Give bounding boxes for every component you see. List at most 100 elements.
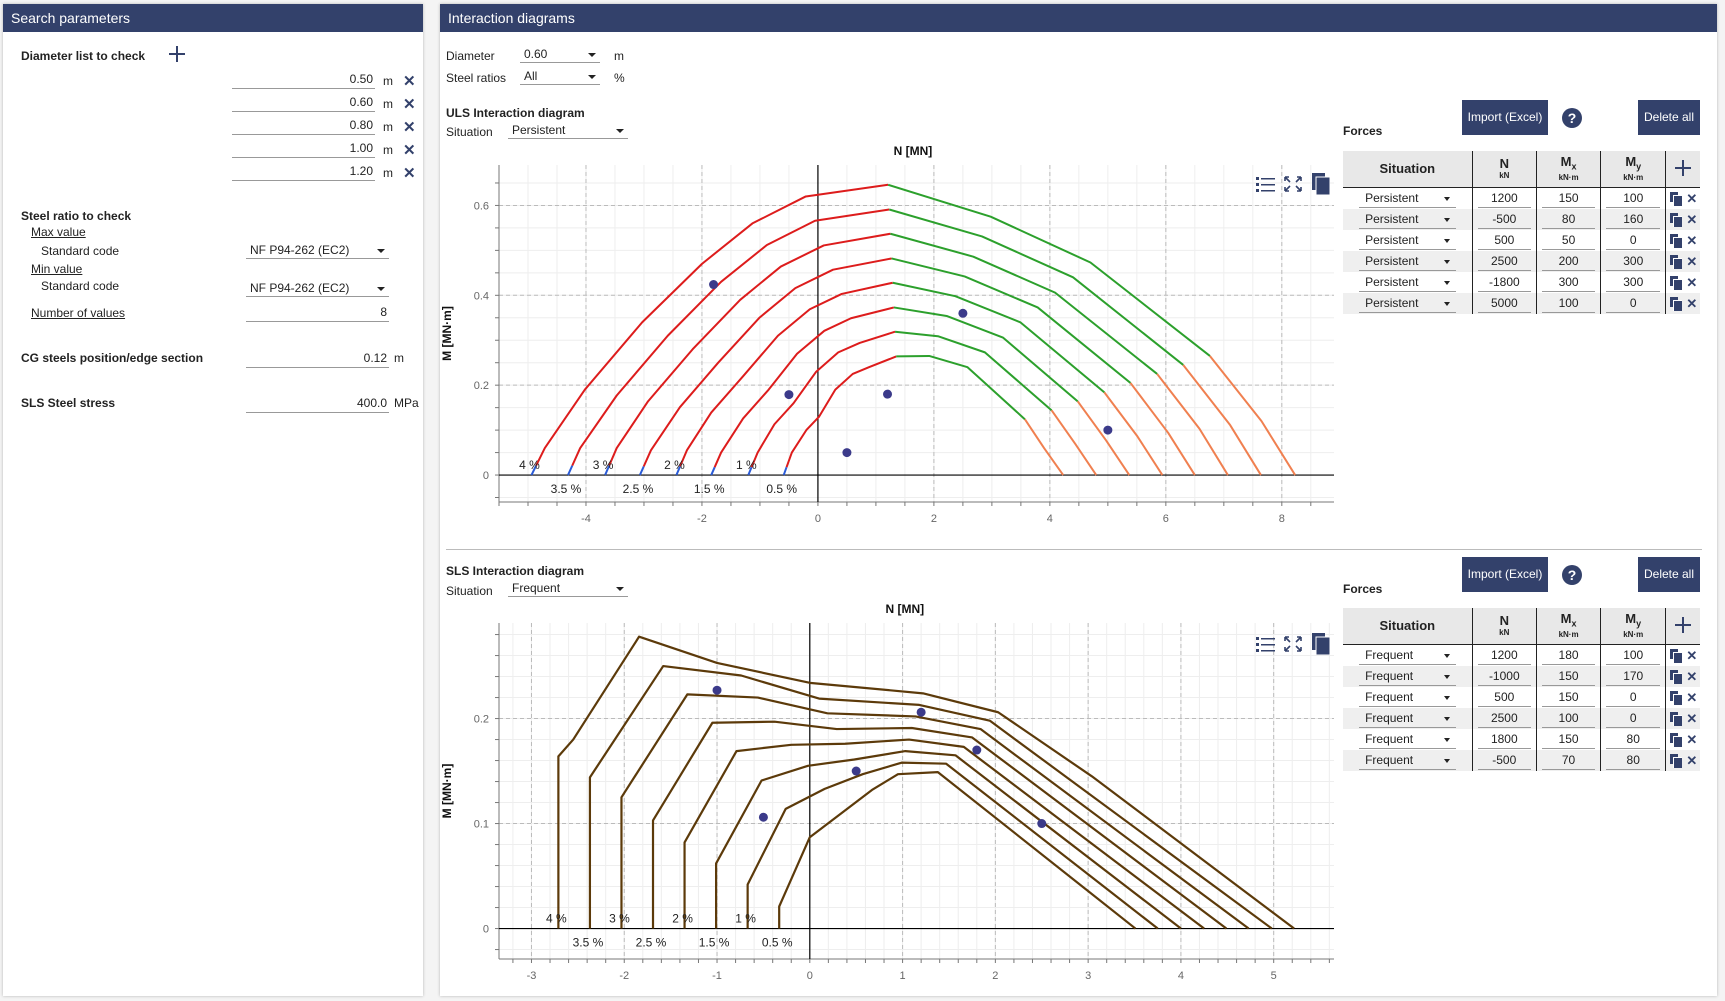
- my-input[interactable]: 0: [1606, 688, 1661, 707]
- mx-input[interactable]: 100: [1542, 294, 1596, 313]
- mx-input[interactable]: 180: [1542, 646, 1596, 665]
- sls-steel-stress-input[interactable]: 400.0: [246, 395, 389, 413]
- number-of-values-link[interactable]: Number of values: [31, 306, 125, 320]
- n-input[interactable]: -1800: [1477, 273, 1531, 292]
- add-diameter-button[interactable]: [169, 46, 185, 62]
- close-icon[interactable]: ✕: [1686, 191, 1697, 207]
- copy-icon[interactable]: [1670, 192, 1683, 206]
- remove-diameter-button[interactable]: ✕: [403, 72, 416, 90]
- situation-select[interactable]: Frequent: [1359, 709, 1456, 728]
- mx-input[interactable]: 150: [1542, 667, 1596, 686]
- situation-select[interactable]: Frequent: [1359, 667, 1456, 686]
- close-icon[interactable]: ✕: [1686, 690, 1697, 706]
- diameter-input[interactable]: 0.60: [232, 94, 375, 112]
- uls-help-button[interactable]: ?: [1562, 108, 1582, 128]
- mx-input[interactable]: 300: [1542, 273, 1596, 292]
- my-input[interactable]: 80: [1606, 730, 1661, 749]
- situation-select[interactable]: Frequent: [1359, 730, 1456, 749]
- mx-input[interactable]: 200: [1542, 252, 1596, 271]
- n-input[interactable]: 2500: [1477, 252, 1531, 271]
- close-icon[interactable]: ✕: [1686, 711, 1697, 727]
- situation-select[interactable]: Frequent: [1359, 646, 1456, 665]
- close-icon[interactable]: ✕: [1686, 732, 1697, 748]
- remove-diameter-button[interactable]: ✕: [403, 141, 416, 159]
- copy-icon[interactable]: [1670, 670, 1683, 684]
- situation-select[interactable]: Persistent: [1359, 252, 1456, 271]
- remove-diameter-button[interactable]: ✕: [403, 164, 416, 182]
- max-value-link[interactable]: Max value: [31, 225, 86, 239]
- max-standard-code-select[interactable]: NF P94-262 (EC2): [246, 242, 389, 259]
- diameter-input[interactable]: 1.00: [232, 140, 375, 158]
- n-input[interactable]: 500: [1477, 688, 1531, 707]
- diameter-input[interactable]: 0.80: [232, 117, 375, 135]
- remove-diameter-button[interactable]: ✕: [403, 118, 416, 136]
- close-icon[interactable]: ✕: [1686, 254, 1697, 270]
- my-input[interactable]: 300: [1606, 252, 1661, 271]
- my-input[interactable]: 100: [1606, 189, 1661, 208]
- situation-select[interactable]: Persistent: [1359, 231, 1456, 250]
- uls-delete-all-button[interactable]: Delete all: [1638, 100, 1700, 135]
- n-input[interactable]: 5000: [1477, 294, 1531, 313]
- copy-icon[interactable]: [1670, 276, 1683, 290]
- n-input[interactable]: -500: [1477, 210, 1531, 229]
- copy-chart-button[interactable]: [1312, 633, 1331, 656]
- remove-diameter-button[interactable]: ✕: [403, 95, 416, 113]
- add-row-button[interactable]: [1665, 151, 1700, 188]
- diameter-input[interactable]: 0.50: [232, 71, 375, 89]
- copy-icon[interactable]: [1670, 754, 1683, 768]
- n-input[interactable]: 2500: [1477, 709, 1531, 728]
- n-input[interactable]: 500: [1477, 231, 1531, 250]
- mx-input[interactable]: 50: [1542, 231, 1596, 250]
- sls-delete-all-button[interactable]: Delete all: [1638, 557, 1700, 592]
- close-icon[interactable]: ✕: [1686, 753, 1697, 769]
- my-input[interactable]: 80: [1606, 751, 1661, 770]
- situation-select[interactable]: Persistent: [1359, 294, 1456, 313]
- situation-select[interactable]: Persistent: [1359, 189, 1456, 208]
- mx-input[interactable]: 150: [1542, 688, 1596, 707]
- add-row-button[interactable]: [1665, 608, 1700, 645]
- copy-icon[interactable]: [1670, 234, 1683, 248]
- my-input[interactable]: 100: [1606, 646, 1661, 665]
- my-input[interactable]: 300: [1606, 273, 1661, 292]
- mx-input[interactable]: 70: [1542, 751, 1596, 770]
- situation-select[interactable]: Frequent: [1359, 688, 1456, 707]
- copy-icon[interactable]: [1670, 733, 1683, 747]
- mx-input[interactable]: 150: [1542, 189, 1596, 208]
- close-icon[interactable]: ✕: [1686, 648, 1697, 664]
- copy-icon[interactable]: [1670, 712, 1683, 726]
- fullscreen-button[interactable]: [1284, 636, 1302, 652]
- close-icon[interactable]: ✕: [1686, 275, 1697, 291]
- cg-steels-input[interactable]: 0.12: [246, 350, 389, 368]
- my-input[interactable]: 170: [1606, 667, 1661, 686]
- my-input[interactable]: 0: [1606, 709, 1661, 728]
- mx-input[interactable]: 150: [1542, 730, 1596, 749]
- close-icon[interactable]: ✕: [1686, 669, 1697, 685]
- situation-select[interactable]: Persistent: [1359, 210, 1456, 229]
- number-of-values-input[interactable]: 8: [246, 304, 389, 322]
- n-input[interactable]: -500: [1477, 751, 1531, 770]
- my-input[interactable]: 0: [1606, 294, 1661, 313]
- copy-icon[interactable]: [1670, 691, 1683, 705]
- sls-help-button[interactable]: ?: [1562, 565, 1582, 585]
- n-input[interactable]: 1200: [1477, 646, 1531, 665]
- close-icon[interactable]: ✕: [1686, 212, 1697, 228]
- diameter-input[interactable]: 1.20: [232, 163, 375, 181]
- situation-select[interactable]: Persistent: [1359, 273, 1456, 292]
- min-standard-code-select[interactable]: NF P94-262 (EC2): [246, 280, 389, 297]
- situation-select[interactable]: Frequent: [1359, 751, 1456, 770]
- copy-icon[interactable]: [1670, 213, 1683, 227]
- sls-import-excel-button[interactable]: Import (Excel): [1462, 557, 1548, 592]
- copy-icon[interactable]: [1670, 649, 1683, 663]
- uls-import-excel-button[interactable]: Import (Excel): [1462, 100, 1548, 135]
- n-input[interactable]: 1200: [1477, 189, 1531, 208]
- close-icon[interactable]: ✕: [1686, 233, 1697, 249]
- mx-input[interactable]: 80: [1542, 210, 1596, 229]
- copy-icon[interactable]: [1670, 255, 1683, 269]
- close-icon[interactable]: ✕: [1686, 296, 1697, 312]
- n-input[interactable]: 1800: [1477, 730, 1531, 749]
- my-input[interactable]: 160: [1606, 210, 1661, 229]
- n-input[interactable]: -1000: [1477, 667, 1531, 686]
- legend-button[interactable]: [1256, 636, 1276, 652]
- min-value-link[interactable]: Min value: [31, 262, 82, 276]
- my-input[interactable]: 0: [1606, 231, 1661, 250]
